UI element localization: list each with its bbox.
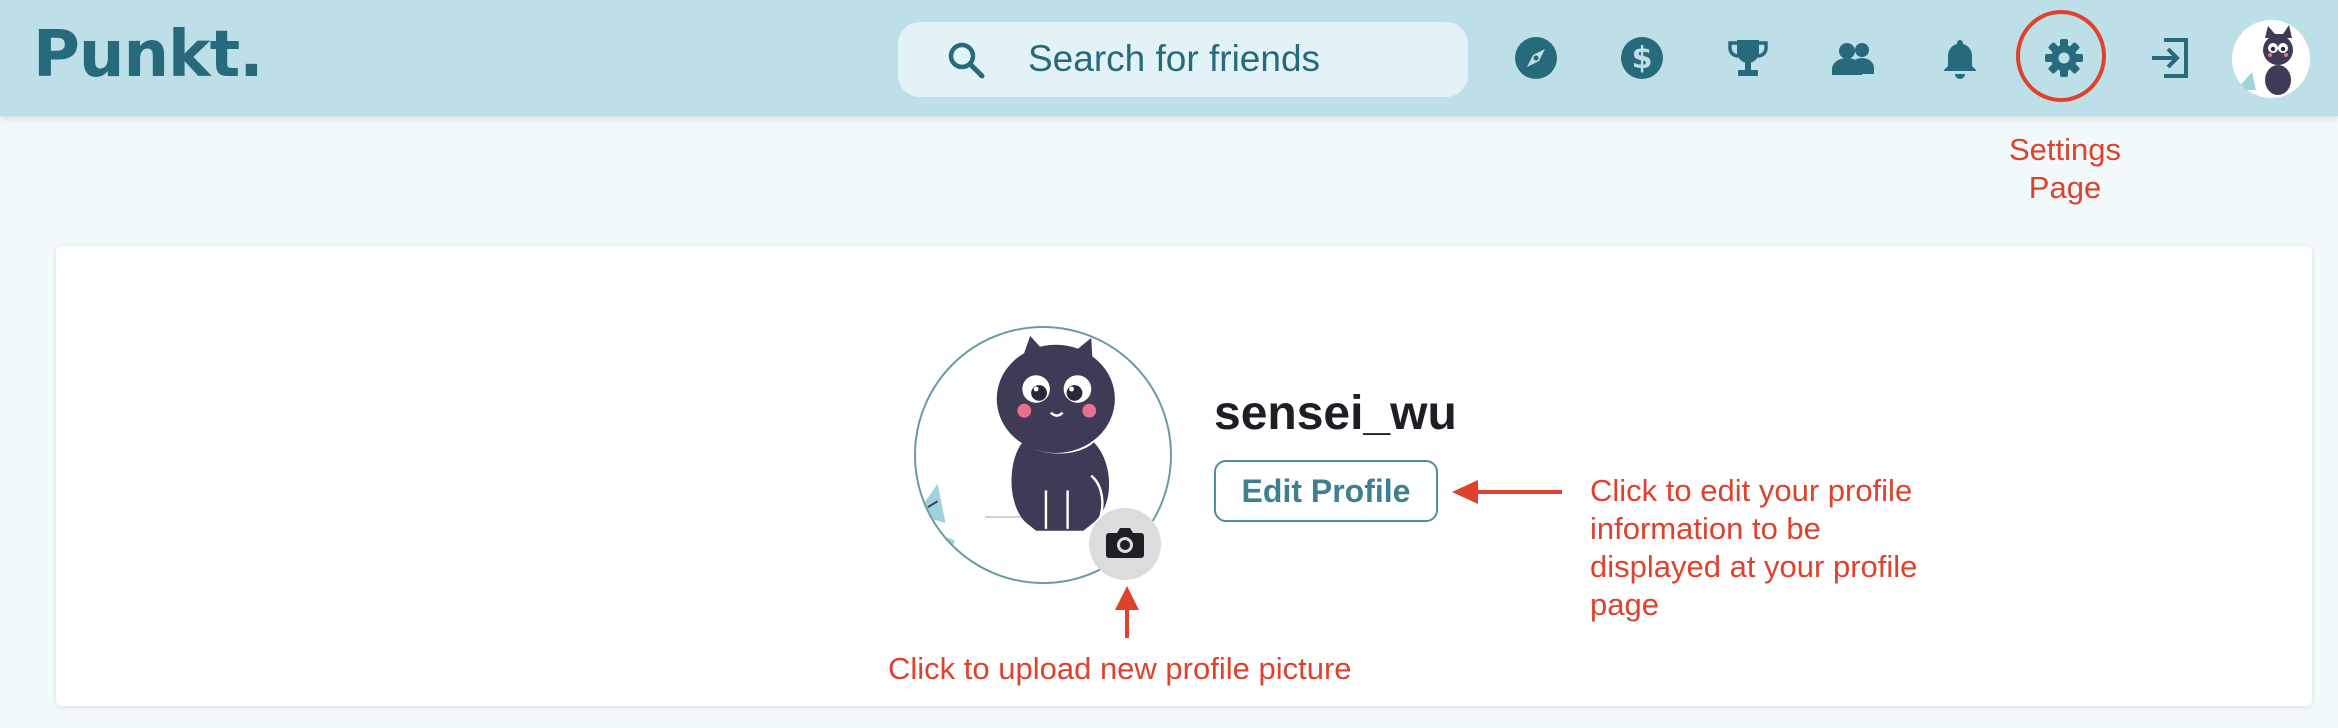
upload-photo-button[interactable]: [1089, 508, 1161, 580]
avatar[interactable]: [2232, 20, 2310, 98]
dollar-icon[interactable]: $: [1614, 30, 1670, 86]
profile-card: [56, 246, 2312, 706]
settings-highlight-circle: [2016, 10, 2106, 102]
search-box[interactable]: [898, 22, 1468, 97]
explore-compass-icon[interactable]: [1508, 30, 1564, 86]
annotation-arrow-upload: [1115, 586, 1139, 638]
edit-profile-button[interactable]: Edit Profile: [1214, 460, 1438, 522]
svg-text:$: $: [1632, 41, 1653, 76]
trophy-icon[interactable]: [1720, 30, 1776, 86]
top-navigation-bar: Punkt. $: [0, 0, 2338, 116]
logout-icon[interactable]: [2142, 30, 2198, 86]
camera-icon: [1105, 525, 1145, 564]
search-icon: [946, 40, 986, 80]
username: sensei_wu: [1214, 387, 1457, 440]
settings-annotation: Settings Page: [2008, 132, 2121, 205]
app-logo[interactable]: Punkt.: [33, 18, 263, 92]
upload-picture-annotation: Click to upload new profile picture: [888, 651, 1352, 686]
bell-icon[interactable]: [1932, 30, 1988, 86]
friends-icon[interactable]: [1826, 30, 1882, 86]
edit-profile-annotation: Click to edit your profile information t…: [1590, 473, 1918, 622]
annotation-arrow-edit: [1452, 480, 1562, 504]
search-input[interactable]: [1028, 32, 1448, 86]
